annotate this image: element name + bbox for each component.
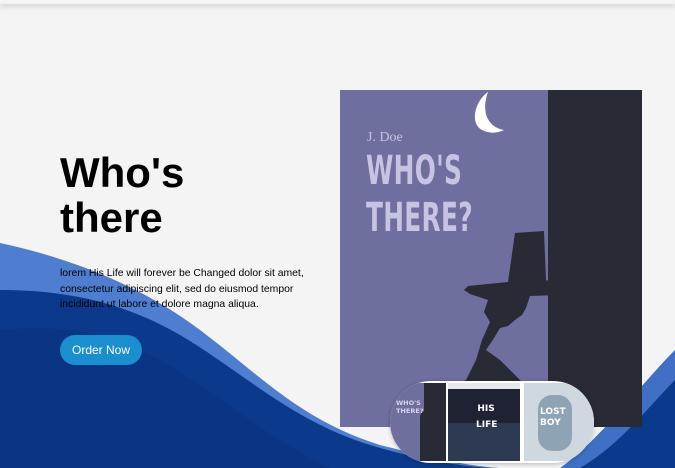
order-now-button[interactable]: Order Now	[60, 335, 142, 365]
hero-title-line1: Who's	[60, 149, 185, 196]
carousel-thumb-whos-there[interactable]: WHO'S THERE?	[390, 383, 446, 461]
thumb-top-band	[448, 383, 520, 389]
carousel-thumb-label: HIS LIFE	[476, 404, 498, 430]
carousel-thumb-label: LOST BOY	[540, 407, 566, 428]
book-cover-image: J. Doe WHO'S THERE?	[340, 90, 642, 427]
carousel-thumb-label: WHO'S THERE?	[396, 399, 424, 415]
hero-title-line2: there	[60, 194, 163, 241]
carousel-thumb-his-life[interactable]: HIS LIFE	[448, 383, 520, 461]
hero-description: lorem His Life will forever be Changed d…	[60, 268, 304, 310]
book-carousel[interactable]: WHO'S THERE? HIS LIFE LOST BOY	[390, 381, 594, 463]
book-title: WHO'S THERE?	[366, 148, 473, 241]
carousel-thumb-lost-boy[interactable]: LOST BOY	[524, 383, 594, 461]
hero-title: Who's there	[60, 150, 280, 240]
thumb-silhouette	[420, 411, 434, 461]
book-author: J. Doe	[367, 130, 403, 145]
